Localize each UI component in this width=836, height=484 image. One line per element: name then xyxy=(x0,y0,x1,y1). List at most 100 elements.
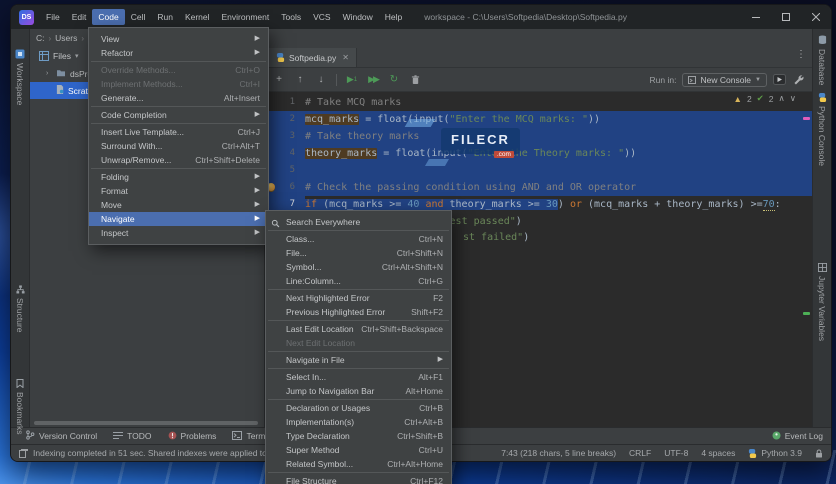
code-line: 4 theory_marks = float(input("Enter the T… xyxy=(265,145,812,162)
menu-item-type-declaration[interactable]: Type Declaration Ctrl+Shift+B xyxy=(266,429,451,443)
settings-wrench-icon[interactable] xyxy=(792,74,804,85)
breadcrumb-item-c[interactable]: C: xyxy=(36,33,45,43)
menu-separator xyxy=(268,472,449,473)
menu-item-label: Class... xyxy=(286,234,315,244)
toolwindow-tab-database[interactable]: Database xyxy=(817,35,827,85)
menu-item-navigate[interactable]: Navigate ▶ xyxy=(89,212,268,226)
menu-item-label: Implement Methods... xyxy=(101,79,183,89)
menu-item-unwrap-remove[interactable]: Unwrap/Remove... Ctrl+Shift+Delete xyxy=(89,153,268,167)
menu-item-code-completion[interactable]: Code Completion ▶ xyxy=(89,108,268,122)
run-all-button[interactable]: ▶▶ xyxy=(367,74,380,85)
toolwindow-tab-bookmarks[interactable]: Bookmarks xyxy=(15,379,25,435)
menu-item-label: Surround With... xyxy=(101,141,163,151)
delete-cell-button[interactable] xyxy=(409,74,421,85)
toolwindow-tab-label: Python Console xyxy=(817,106,827,167)
menu-item-surround-with[interactable]: Surround With... Ctrl+Alt+T xyxy=(89,139,268,153)
menu-item-folding[interactable]: Folding ▶ xyxy=(89,170,268,184)
menu-item-class[interactable]: Class... Ctrl+N xyxy=(266,232,451,246)
filecr-watermark: FILECR .com xyxy=(441,128,520,158)
breadcrumb-item-users[interactable]: Users xyxy=(55,33,77,43)
close-tab-icon[interactable]: ✕ xyxy=(342,53,349,62)
menubar-item-code[interactable]: Code xyxy=(92,9,125,25)
close-button[interactable] xyxy=(801,5,831,29)
menubar-item-environment[interactable]: Environment xyxy=(216,9,276,25)
menu-item-label: Select In... xyxy=(286,372,327,382)
caret-position[interactable]: 7:43 (218 chars, 5 line breaks) xyxy=(501,448,616,458)
menubar-item-window[interactable]: Window xyxy=(337,9,379,25)
menu-item-next-edit-location[interactable]: Next Edit Location xyxy=(266,336,451,350)
menu-item-super-method[interactable]: Super Method Ctrl+U xyxy=(266,443,451,457)
toolwindow-tab-problems[interactable]: Problems xyxy=(168,431,217,442)
code-line: 5 xyxy=(265,162,812,179)
maximize-button[interactable] xyxy=(771,5,801,29)
menu-item-shortcut: F2 xyxy=(433,293,443,303)
run-in-select[interactable]: New Console ▼ xyxy=(682,72,767,87)
menubar-item-tools[interactable]: Tools xyxy=(275,9,307,25)
move-down-button[interactable]: ↓ xyxy=(315,74,327,85)
menu-item-search-everywhere[interactable]: Search Everywhere xyxy=(266,215,451,229)
menu-item-view[interactable]: View ▶ xyxy=(89,32,268,46)
menu-item-override-methods[interactable]: Override Methods... Ctrl+O xyxy=(89,63,268,77)
menu-item-label: Code Completion xyxy=(101,110,167,120)
toolwindow-tab-label: Problems xyxy=(180,431,217,441)
menu-item-last-edit-location[interactable]: Last Edit Location Ctrl+Shift+Backspace xyxy=(266,322,451,336)
python-interpreter[interactable]: Python 3.9 xyxy=(748,448,802,458)
menu-item-implementation-s[interactable]: Implementation(s) Ctrl+Alt+B xyxy=(266,415,451,429)
more-options-icon[interactable]: ⋮ xyxy=(796,49,806,60)
menu-item-file-structure[interactable]: File Structure Ctrl+F12 xyxy=(266,474,451,484)
menu-item-navigate-in-file[interactable]: Navigate in File ▶ xyxy=(266,353,451,367)
menubar-item-help[interactable]: Help xyxy=(379,9,408,25)
menu-item-symbol[interactable]: Symbol... Ctrl+Alt+Shift+N xyxy=(266,260,451,274)
menu-item-file[interactable]: File... Ctrl+Shift+N xyxy=(266,246,451,260)
menubar-item-kernel[interactable]: Kernel xyxy=(179,9,216,25)
toolwindow-tab-version-control[interactable]: Version Control xyxy=(25,430,97,442)
menu-item-next-highlighted-error[interactable]: Next Highlighted Error F2 xyxy=(266,291,451,305)
inspections-widget[interactable]: ▲ 2 ✔ 2 ∧ ∨ xyxy=(734,93,796,104)
next-issue-icon[interactable]: ∨ xyxy=(790,93,796,104)
menu-item-implement-methods[interactable]: Implement Methods... Ctrl+I xyxy=(89,77,268,91)
line-number: 1 xyxy=(289,97,295,107)
restart-kernel-icon[interactable]: ↻ xyxy=(388,74,400,85)
readonly-lock-icon[interactable] xyxy=(815,449,823,458)
window-controls xyxy=(741,5,831,29)
menu-item-declaration-or-usages[interactable]: Declaration or Usages Ctrl+B xyxy=(266,401,451,415)
error-stripe-mark[interactable] xyxy=(803,117,810,120)
horizontal-scrollbar[interactable] xyxy=(34,421,258,425)
file-encoding[interactable]: UTF-8 xyxy=(664,448,688,458)
menu-item-generate[interactable]: Generate... Alt+Insert xyxy=(89,91,268,105)
chevron-down-icon: ▼ xyxy=(755,76,761,83)
toolwindow-tab-jupyter-variables[interactable]: Jupyter Variables xyxy=(817,263,827,341)
menu-item-previous-highlighted-error[interactable]: Previous Highlighted Error Shift+F2 xyxy=(266,305,451,319)
toolwindow-tab-structure[interactable]: Structure xyxy=(15,285,25,333)
menu-item-insert-live-template[interactable]: Insert Live Template... Ctrl+J xyxy=(89,125,268,139)
add-cell-button[interactable]: + xyxy=(273,74,285,85)
menu-item-line-column[interactable]: Line:Column... Ctrl+G xyxy=(266,274,451,288)
menu-item-format[interactable]: Format ▶ xyxy=(89,184,268,198)
toolwindow-tab-label: Version Control xyxy=(39,431,98,441)
move-up-button[interactable]: ↑ xyxy=(294,74,306,85)
tab-softpedia-py[interactable]: Softpedia.py ✕ xyxy=(269,48,357,67)
menubar-item-cell[interactable]: Cell xyxy=(125,9,152,25)
menubar-item-vcs[interactable]: VCS xyxy=(307,9,336,25)
menu-item-inspect[interactable]: Inspect ▶ xyxy=(89,226,268,240)
indent-size[interactable]: 4 spaces xyxy=(701,448,735,458)
menu-item-related-symbol[interactable]: Related Symbol... Ctrl+Alt+Home xyxy=(266,457,451,471)
run-cell-button[interactable]: ▶ 1 xyxy=(346,74,358,85)
toolwindow-tab-workspace[interactable]: Workspace xyxy=(15,49,25,105)
prev-issue-icon[interactable]: ∧ xyxy=(779,93,785,104)
menu-item-select-in[interactable]: Select In... Alt+F1 xyxy=(266,370,451,384)
minimize-button[interactable] xyxy=(741,5,771,29)
event-log-button[interactable]: Event Log xyxy=(772,431,823,442)
toolwindow-tab-python-console[interactable]: Python Console xyxy=(817,93,827,166)
menu-item-label: Move xyxy=(101,200,122,210)
error-stripe-mark[interactable] xyxy=(803,312,810,315)
menu-item-move[interactable]: Move ▶ xyxy=(89,198,268,212)
open-console-button[interactable] xyxy=(773,74,786,85)
menu-item-jump-to-navigation-bar[interactable]: Jump to Navigation Bar Alt+Home xyxy=(266,384,451,398)
toolwindow-tab-todo[interactable]: TODO xyxy=(113,431,152,442)
menubar-item-run[interactable]: Run xyxy=(151,9,179,25)
menu-item-refactor[interactable]: Refactor ▶ xyxy=(89,46,268,60)
line-ending[interactable]: CRLF xyxy=(629,448,651,458)
menubar-item-edit[interactable]: Edit xyxy=(66,9,93,25)
menubar-item-file[interactable]: File xyxy=(40,9,66,25)
